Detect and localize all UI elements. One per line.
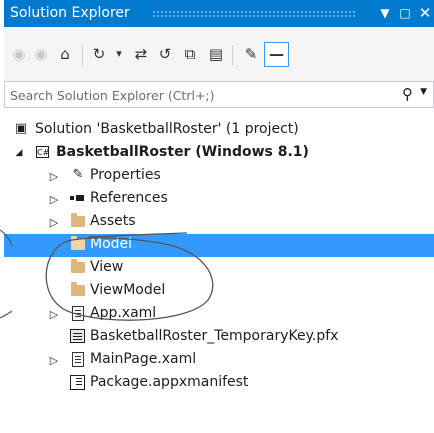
tree-item-viewmodel[interactable]: ViewModel bbox=[4, 280, 434, 303]
collapsed-arrow-icon[interactable]: ▷ bbox=[48, 166, 60, 187]
tree-item-project[interactable]: ◢ C# BasketballRoster (Windows 8.1) bbox=[4, 142, 434, 165]
folder-icon bbox=[71, 282, 85, 296]
search-options-dropdown-icon[interactable]: ▼ bbox=[420, 87, 427, 97]
collapsed-arrow-icon[interactable]: ▷ bbox=[48, 350, 60, 371]
sync-with-active-document-icon[interactable]: ⇄ bbox=[130, 43, 152, 65]
tree-item-label: View bbox=[90, 259, 124, 275]
folder-icon bbox=[71, 236, 85, 250]
tree-item-mainpage-xaml[interactable]: ▷ MainPage.xaml bbox=[4, 349, 434, 372]
title-bar[interactable]: Solution Explorer ▼ □ ✕ bbox=[4, 0, 434, 27]
solution-icon: ▣ bbox=[14, 121, 28, 136]
toolbar: ◉ ◉ ⌂ ↻ ▾ ⇄ ↺ ⧉ ▤ ✎ — bbox=[4, 27, 434, 81]
search-input[interactable] bbox=[5, 82, 392, 109]
tree-item-label: Package.appxmanifest bbox=[90, 374, 249, 390]
search-icon[interactable]: ⚲ bbox=[402, 85, 413, 103]
manifest-icon bbox=[70, 375, 85, 390]
certificate-icon bbox=[70, 329, 85, 343]
tree-item-label: BasketballRoster_TemporaryKey.pfx bbox=[90, 328, 339, 344]
folder-icon bbox=[71, 213, 85, 227]
preview-selected-items-icon[interactable]: — bbox=[264, 42, 289, 67]
tree-item-label: ViewModel bbox=[90, 282, 166, 298]
collapsed-arrow-icon[interactable]: ▷ bbox=[48, 189, 60, 210]
tree-item-label: Solution 'BasketballRoster' (1 project) bbox=[35, 121, 299, 137]
solution-explorer-panel: Solution Explorer ▼ □ ✕ ◉ ◉ ⌂ ↻ ▾ ⇄ ↺ ⧉ … bbox=[4, 0, 434, 433]
drag-grip[interactable] bbox=[152, 10, 356, 17]
maximize-icon[interactable]: □ bbox=[395, 3, 415, 23]
panel-title: Solution Explorer bbox=[10, 5, 130, 21]
refresh-icon[interactable]: ↺ bbox=[154, 43, 176, 65]
collapsed-arrow-icon[interactable]: ▷ bbox=[48, 304, 60, 325]
tree-item-references[interactable]: ▷ References bbox=[4, 188, 434, 211]
tree-item-app-xaml[interactable]: ▷ App.xaml bbox=[4, 303, 434, 326]
tree-item-label: References bbox=[90, 190, 168, 206]
xaml-file-icon bbox=[72, 306, 84, 321]
tree-item-label: Properties bbox=[90, 167, 161, 183]
collapse-all-icon[interactable]: ⧉ bbox=[179, 43, 201, 65]
toolbar-separator bbox=[82, 45, 83, 65]
wrench-icon: ✎ bbox=[72, 167, 84, 182]
search-box: ⚲ ▼ bbox=[4, 81, 434, 109]
tree-item-model[interactable]: Model bbox=[4, 234, 434, 257]
pending-changes-filter-icon[interactable]: ↻ bbox=[88, 43, 110, 65]
close-icon[interactable]: ✕ bbox=[415, 3, 434, 23]
tree-item-label: App.xaml bbox=[90, 305, 157, 321]
show-all-files-icon[interactable]: ▤ bbox=[205, 43, 227, 65]
tree-item-pfx[interactable]: BasketballRoster_TemporaryKey.pfx bbox=[4, 326, 434, 349]
collapsed-arrow-icon[interactable]: ▷ bbox=[48, 212, 60, 233]
tree-item-label: BasketballRoster (Windows 8.1) bbox=[56, 144, 309, 160]
tree-item-assets[interactable]: ▷ Assets bbox=[4, 211, 434, 234]
tree-item-label: MainPage.xaml bbox=[90, 351, 197, 367]
toolbar-separator bbox=[232, 45, 233, 65]
expanded-arrow-icon[interactable]: ◢ bbox=[13, 143, 25, 164]
folder-icon bbox=[71, 259, 85, 273]
tree-item-label: Assets bbox=[90, 213, 136, 229]
window-position-dropdown-icon[interactable]: ▼ bbox=[375, 3, 395, 23]
tree-item-view[interactable]: View bbox=[4, 257, 434, 280]
back-icon[interactable]: ◉ bbox=[8, 43, 30, 65]
csharp-project-icon: C# bbox=[36, 146, 50, 158]
xaml-file-icon bbox=[72, 352, 84, 367]
tree-item-properties[interactable]: ▷ ✎ Properties bbox=[4, 165, 434, 188]
tree-item-solution[interactable]: ▣ Solution 'BasketballRoster' (1 project… bbox=[4, 119, 434, 142]
filter-dropdown-icon[interactable]: ▾ bbox=[108, 43, 130, 65]
tree-item-label: Model bbox=[90, 236, 133, 252]
forward-icon[interactable]: ◉ bbox=[30, 43, 52, 65]
references-icon bbox=[70, 195, 84, 202]
properties-wrench-icon[interactable]: ✎ bbox=[240, 43, 262, 65]
home-icon[interactable]: ⌂ bbox=[54, 43, 76, 65]
tree-item-package-manifest[interactable]: Package.appxmanifest bbox=[4, 372, 434, 395]
